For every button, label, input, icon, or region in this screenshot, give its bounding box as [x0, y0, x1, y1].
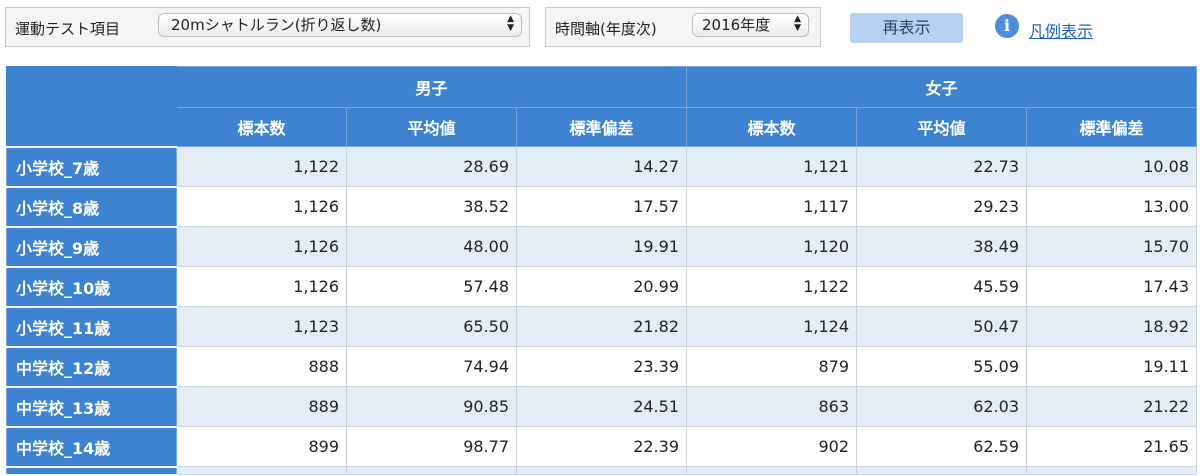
row-header: 中学校_12歳: [6, 345, 177, 388]
column-header: 標準偏差: [516, 107, 687, 147]
table-cell: [686, 466, 857, 475]
table-cell: 48.00: [346, 226, 517, 267]
table-cell: 19.11: [1026, 346, 1197, 387]
table-cell: 1,117: [686, 186, 857, 227]
table-cell: 19.91: [516, 226, 687, 267]
table-corner-header: [6, 66, 177, 147]
table-cell: 28.69: [346, 146, 517, 187]
table-cell: 21.22: [1026, 386, 1197, 427]
table-cell: 57.48: [346, 266, 517, 307]
table-cell: 74.94: [346, 346, 517, 387]
column-header: 標準偏差: [1026, 107, 1197, 147]
refresh-button[interactable]: 再表示: [850, 13, 963, 43]
row-header: 小学校_9歳: [6, 225, 177, 268]
table-cell: 10.08: [1026, 146, 1197, 187]
select-arrows-icon: ▲ ▼: [794, 14, 801, 33]
toolbar: 運動テスト項目 20mシャトルラン(折り返し数) ▲ ▼ 時間軸(年度次) 201…: [0, 0, 1200, 62]
row-header: 中学校_13歳: [6, 385, 177, 428]
test-item-select[interactable]: 20mシャトルラン(折り返し数) ▲ ▼: [158, 13, 522, 37]
table-row: 小学校_8歳 1,126 38.52 17.57 1,117 29.23 13.…: [6, 185, 1197, 228]
group-header-female: 女子: [686, 66, 1197, 108]
time-axis-control: 時間軸(年度次) 2016年度 ▲ ▼: [545, 7, 821, 47]
table-cell: 889: [176, 386, 347, 427]
table-cell: 22.73: [856, 146, 1027, 187]
table-cell: 21.82: [516, 306, 687, 347]
table-cell: 879: [686, 346, 857, 387]
test-item-label: 運動テスト項目: [15, 20, 121, 38]
table-cell: 1,126: [176, 226, 347, 267]
row-header: 中学校_14歳: [6, 425, 177, 468]
table-cell: 62.59: [856, 426, 1027, 467]
table-cell: [346, 466, 517, 475]
table-cell: 14.27: [516, 146, 687, 187]
table-cell: 899: [176, 426, 347, 467]
info-icon: i: [995, 14, 1019, 38]
table-cell: 1,126: [176, 186, 347, 227]
table-cell: 23.39: [516, 346, 687, 387]
table-cell: 863: [686, 386, 857, 427]
table-cell: 38.49: [856, 226, 1027, 267]
row-header: 小学校_7歳: [6, 145, 177, 188]
table-cell: [516, 466, 687, 475]
test-item-control: 運動テスト項目 20mシャトルラン(折り返し数) ▲ ▼: [5, 7, 530, 47]
table-cell: 21.65: [1026, 426, 1197, 467]
column-header: 平均値: [856, 107, 1027, 147]
time-axis-label: 時間軸(年度次): [555, 20, 657, 38]
table-cell: 50.47: [856, 306, 1027, 347]
table-cell: 90.85: [346, 386, 517, 427]
table-cell: 98.77: [346, 426, 517, 467]
table-cell: [856, 466, 1027, 475]
table-cell: 1,121: [686, 146, 857, 187]
table-row: 小学校_11歳 1,123 65.50 21.82 1,124 50.47 18…: [6, 305, 1197, 348]
table-cell: 38.52: [346, 186, 517, 227]
row-header: 小学校_10歳: [6, 265, 177, 308]
legend-label: 凡例表示: [1029, 22, 1094, 41]
table-row-partial: [6, 465, 1197, 476]
table-cell: 1,122: [176, 146, 347, 187]
table-cell: 45.59: [856, 266, 1027, 307]
table-cell: 17.43: [1026, 266, 1197, 307]
table-cell: 62.03: [856, 386, 1027, 427]
table-cell: 15.70: [1026, 226, 1197, 267]
row-header: 小学校_11歳: [6, 305, 177, 348]
table-cell: 18.92: [1026, 306, 1197, 347]
table-row: 小学校_7歳 1,122 28.69 14.27 1,121 22.73 10.…: [6, 145, 1197, 188]
test-item-value: 20mシャトルラン(折り返し数): [171, 16, 382, 34]
select-arrows-icon: ▲ ▼: [507, 14, 514, 33]
group-header-male: 男子: [176, 66, 687, 108]
column-header: 平均値: [346, 107, 517, 147]
table-cell: [176, 466, 347, 475]
table-cell: 13.00: [1026, 186, 1197, 227]
table-cell: 1,122: [686, 266, 857, 307]
table-row: 中学校_12歳 888 74.94 23.39 879 55.09 19.11: [6, 345, 1197, 388]
table-cell: 1,123: [176, 306, 347, 347]
table-cell: 1,126: [176, 266, 347, 307]
table-cell: 888: [176, 346, 347, 387]
column-header: 標本数: [686, 107, 857, 147]
table-cell: 24.51: [516, 386, 687, 427]
row-header: 小学校_8歳: [6, 185, 177, 228]
table-cell: 17.57: [516, 186, 687, 227]
table-cell: 1,124: [686, 306, 857, 347]
table-cell: 65.50: [346, 306, 517, 347]
table-row: 中学校_13歳 889 90.85 24.51 863 62.03 21.22: [6, 385, 1197, 428]
table-row: 小学校_10歳 1,126 57.48 20.99 1,122 45.59 17…: [6, 265, 1197, 308]
table-cell: 20.99: [516, 266, 687, 307]
time-axis-value: 2016年度: [702, 16, 771, 34]
time-axis-select[interactable]: 2016年度 ▲ ▼: [692, 13, 809, 37]
table-cell: [1026, 466, 1197, 475]
column-header: 標本数: [176, 107, 347, 147]
row-header: [6, 465, 177, 476]
results-table: 男子 女子 標本数 平均値 標準偏差 標本数 平均値 標準偏差 小学校_7歳 1…: [6, 66, 1197, 476]
table-cell: 29.23: [856, 186, 1027, 227]
table-row: 中学校_14歳 899 98.77 22.39 902 62.59 21.65: [6, 425, 1197, 468]
table-cell: 1,120: [686, 226, 857, 267]
table-cell: 902: [686, 426, 857, 467]
table-cell: 55.09: [856, 346, 1027, 387]
table-row: 小学校_9歳 1,126 48.00 19.91 1,120 38.49 15.…: [6, 225, 1197, 268]
table-cell: 22.39: [516, 426, 687, 467]
